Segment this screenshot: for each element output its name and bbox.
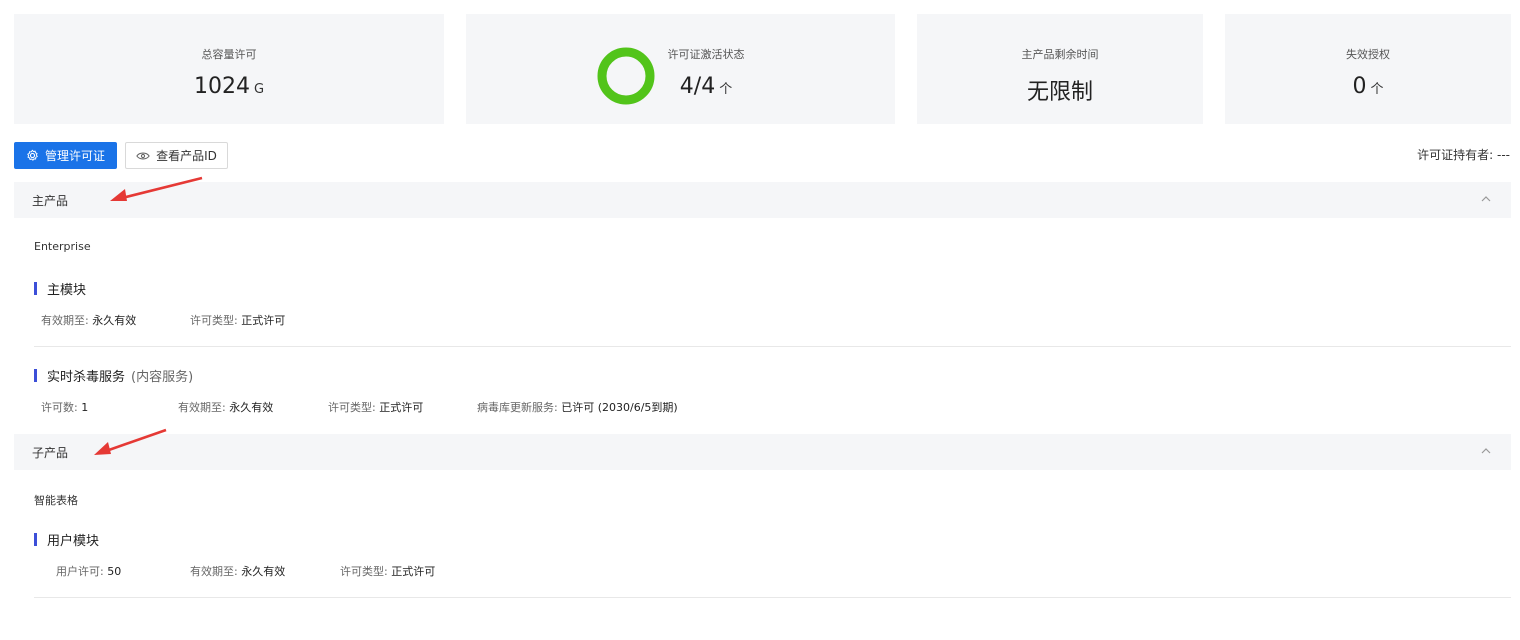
sub-product-name: 智能表格 (34, 494, 78, 507)
sub-product-title: 子产品 (32, 445, 69, 460)
annotation-arrow-icon (94, 428, 167, 455)
field-value: 正式许可 (391, 565, 436, 578)
manage-license-label: 管理许可证 (44, 149, 105, 163)
license-holder: 许可证持有者: --- (1417, 146, 1510, 163)
annotation-arrow-icon (110, 176, 203, 201)
field-value: 正式许可 (241, 314, 286, 327)
field-label: 有效期至: (178, 401, 226, 414)
field-value: 正式许可 (379, 401, 424, 414)
divider (34, 597, 1511, 598)
field-label: 病毒库更新服务: (477, 401, 558, 414)
main-product-name: Enterprise (34, 240, 91, 253)
stat-value: 0 (1352, 74, 1367, 99)
sub-product-header[interactable]: 子产品 (14, 434, 1511, 470)
stat-value-wrap: 无限制 (917, 74, 1203, 106)
module-bar (34, 533, 37, 546)
module-title-antivirus: 实时杀毒服务 (内容服务) (34, 366, 193, 385)
field-label: 许可数: (41, 401, 78, 414)
module-bar (34, 369, 37, 382)
field-value: 永久有效 (241, 565, 286, 578)
field-value: 永久有效 (92, 314, 137, 327)
chevron-up-icon[interactable] (1479, 192, 1493, 206)
view-product-id-label: 查看产品ID (156, 149, 217, 163)
gear-icon (27, 149, 38, 161)
module-field: 用户许可: 50 (56, 563, 121, 579)
module-field: 病毒库更新服务: 已许可 (2030/6/5到期) (477, 399, 678, 415)
module-title-sub: (内容服务) (131, 370, 194, 385)
chevron-up-icon[interactable] (1479, 444, 1493, 458)
module-title-user: 用户模块 (34, 530, 99, 549)
stat-value-wrap: 1024 G (14, 74, 444, 99)
module-field: 有效期至: 永久有效 (190, 563, 285, 579)
stat-label: 许可证激活状态 (667, 48, 745, 61)
stat-unit: G (253, 82, 265, 97)
stat-label: 主产品剩余时间 (1021, 48, 1099, 61)
stat-card-activation: 许可证激活状态 4/4 个 (466, 14, 895, 124)
module-title-text: 实时杀毒服务 (47, 370, 126, 385)
module-title-text: 用户模块 (47, 534, 100, 549)
stat-value: 1024 (193, 74, 250, 99)
field-label: 有效期至: (190, 565, 238, 578)
main-product-header[interactable]: 主产品 (14, 182, 1511, 218)
module-title-main: 主模块 (34, 279, 86, 298)
module-field: 许可类型: 正式许可 (340, 563, 435, 579)
field-value: 永久有效 (229, 401, 274, 414)
view-product-id-button[interactable]: 查看产品ID (125, 142, 228, 169)
stat-value-wrap: 4/4 个 (596, 74, 816, 99)
module-bar (34, 282, 37, 295)
field-value: 50 (107, 565, 122, 578)
divider (34, 346, 1511, 347)
stats-row: 总容量许可 1024 G 许可证激活状态 4/4 个 主产品剩余时间 无限制 失效授… (14, 14, 1511, 124)
module-field: 有效期至: 永久有效 (41, 312, 136, 328)
field-label: 有效期至: (41, 314, 89, 327)
module-field: 有效期至: 永久有效 (178, 399, 273, 415)
license-holder-label: 许可证持有者: (1417, 148, 1494, 162)
stat-label: 失效授权 (1346, 48, 1390, 61)
stat-unit: 个 (1370, 82, 1384, 97)
field-value: 1 (81, 401, 89, 414)
stat-card-invalid-auth: 失效授权 0个 (1225, 14, 1511, 124)
stat-label: 总容量许可 (201, 48, 257, 61)
stat-unit: 个 (719, 82, 733, 97)
stat-card-remaining-time: 主产品剩余时间 无限制 (917, 14, 1203, 124)
license-holder-value: --- (1497, 148, 1510, 162)
field-label: 许可类型: (328, 401, 376, 414)
field-label: 许可类型: (340, 565, 388, 578)
module-title-text: 主模块 (47, 283, 87, 298)
module-field: 许可类型: 正式许可 (328, 399, 423, 415)
field-label: 许可类型: (190, 314, 238, 327)
eye-icon (136, 152, 150, 159)
stat-value-wrap: 0个 (1225, 74, 1511, 99)
manage-license-button[interactable]: 管理许可证 (14, 142, 117, 169)
stat-value: 无限制 (1026, 80, 1093, 105)
field-value: 已许可 (2030/6/5到期) (561, 401, 678, 414)
stat-value: 4/4 (679, 74, 716, 99)
field-label: 用户许可: (56, 565, 104, 578)
main-product-title: 主产品 (32, 193, 69, 208)
module-field: 许可类型: 正式许可 (190, 312, 285, 328)
module-field: 许可数: 1 (41, 399, 88, 415)
stat-card-total-capacity: 总容量许可 1024 G (14, 14, 444, 124)
